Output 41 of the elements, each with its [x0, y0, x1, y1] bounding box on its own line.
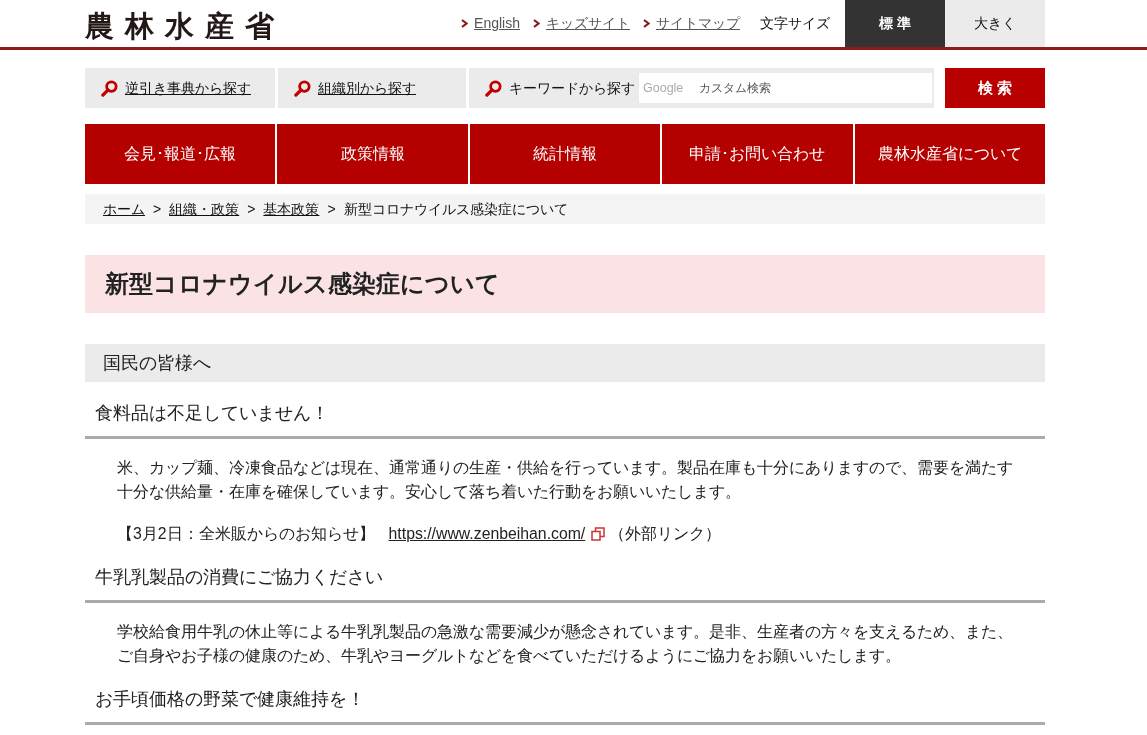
body-paragraph: 米、カップ麺、冷凍食品などは現在、通常通りの生産・供給を行っています。製品在庫も十分にありますので、需要を満たす十分な供給量・在庫を確保しています。安心して落ち着いた行動をお願いいたします。	[117, 458, 1014, 502]
search-icon	[294, 79, 311, 97]
text-size-label: 文字サイズ	[760, 14, 830, 33]
header-link[interactable]: キッズサイト	[546, 13, 630, 34]
breadcrumb-current: 新型コロナウイルス感染症について	[343, 199, 568, 219]
search-label: キーワードから探す	[509, 78, 635, 98]
search-brand-label: Google	[643, 80, 684, 96]
header-link[interactable]: サイトマップ	[656, 13, 740, 34]
topic-heading: 牛乳乳製品の消費にご協力ください	[85, 546, 1045, 603]
search-button[interactable]: 検 索	[945, 68, 1045, 108]
breadcrumb-separator: >	[153, 199, 162, 219]
body-paragraph: 学校給食用牛乳の休止等による牛乳乳製品の急激な需要減少が懸念されています。是非、生産者の方々を支えるため、また、ご自身やお子様の健康のため、牛乳やヨーグルトなどを食べていただけるようにご協力をお願いいたします。	[117, 622, 1014, 666]
text-size-option[interactable]: 標 準	[845, 0, 945, 47]
search-icon	[485, 79, 502, 97]
breadcrumb-link[interactable]: ホーム	[103, 198, 145, 220]
topic-heading: お手頃価格の野菜で健康維持を！	[85, 668, 1045, 725]
external-link-icon	[591, 527, 606, 541]
search-icon	[101, 79, 118, 97]
notice-text: （外部リンク）	[609, 524, 722, 544]
external-url-link[interactable]: https://www.zenbeihan.com/	[388, 522, 586, 546]
nav-menu-item[interactable]: 政策情報	[277, 124, 468, 184]
topic-heading: 食料品は不足していません！	[85, 382, 1045, 439]
nav-menu-item[interactable]: 統計情報	[469, 124, 661, 184]
chevron-icon	[461, 19, 469, 28]
breadcrumb-link[interactable]: 基本政策	[263, 198, 320, 220]
chevron-icon	[533, 19, 540, 28]
breadcrumb-separator: >	[247, 199, 256, 219]
nav-menu-item[interactable]: 会見･報道･広報	[85, 124, 276, 184]
page-title: 新型コロナウイルス感染症について	[85, 255, 1045, 313]
nav-menu-item[interactable]: 農林水産省について	[854, 124, 1046, 184]
section-heading: 国民の皆様へ	[85, 344, 1045, 382]
notice-text: 【3月2日：全米販からのお知らせ】	[117, 524, 375, 544]
header-link[interactable]: English	[474, 13, 520, 34]
search-link[interactable]: 逆引き事典から探す	[125, 77, 251, 99]
breadcrumb-link[interactable]: 組織・政策	[169, 198, 240, 220]
search-link[interactable]: 組織別から探す	[318, 77, 416, 99]
nav-menu-item[interactable]: 申請･お問い合わせ	[662, 124, 853, 184]
breadcrumb-separator: >	[327, 199, 336, 219]
chevron-icon	[643, 19, 650, 28]
site-logo[interactable]: 農林水産省	[85, 0, 285, 47]
text-size-option[interactable]: 大きく	[945, 0, 1045, 47]
